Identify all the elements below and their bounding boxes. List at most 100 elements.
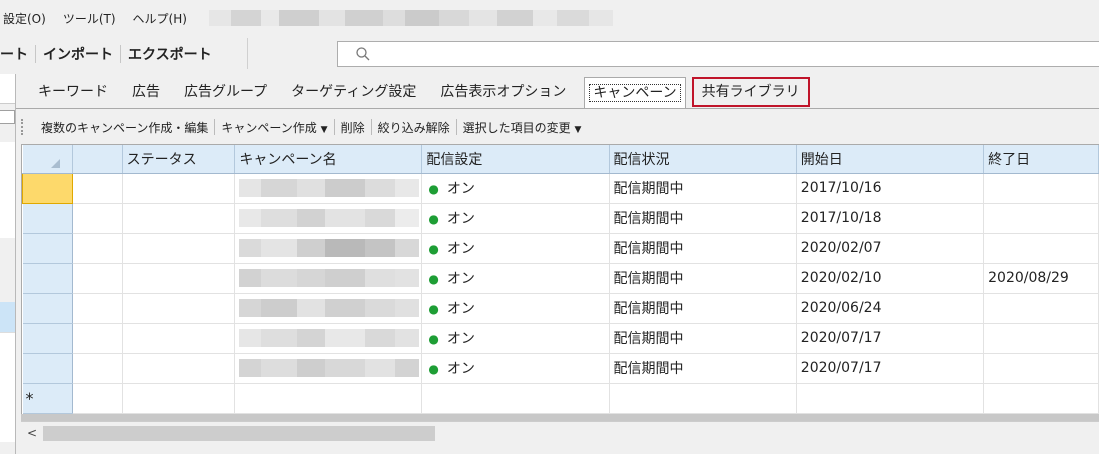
cell-blank[interactable] [72,263,123,294]
new-row-cell[interactable] [609,383,797,414]
menu-help[interactable]: ヘルプ(H) [133,10,187,27]
cell-delivery-setting[interactable]: ● オン [421,203,610,234]
cell-campaign-name[interactable] [234,293,423,324]
table-row[interactable]: ● オン 配信期間中 2020/07/17 [22,323,1099,354]
row-header[interactable] [22,172,73,204]
cell-blank[interactable] [72,173,123,204]
cell-end-date[interactable] [983,203,1099,234]
horizontal-scrollbar[interactable]: < [21,421,1099,443]
column-header-campaign-name[interactable]: キャンペーン名 [234,145,423,174]
row-header[interactable] [22,203,73,234]
cell-status[interactable] [122,323,236,354]
column-header-delivery-setting[interactable]: 配信設定 [421,145,610,174]
cell-delivery-status[interactable]: 配信期間中 [609,263,797,294]
new-row-header[interactable]: * [22,383,73,414]
cell-blank[interactable] [72,203,123,234]
export-partial-button[interactable]: ート [0,44,35,64]
cell-end-date[interactable] [983,173,1099,204]
cell-campaign-name[interactable] [234,173,423,204]
new-row-cell[interactable] [72,383,123,414]
cell-status[interactable] [122,293,236,324]
scroll-left-arrow[interactable]: < [27,426,37,440]
new-row-cell[interactable] [122,383,236,414]
table-row[interactable]: ● オン 配信期間中 2020/02/07 [22,233,1099,264]
tab-targeting[interactable]: ターゲティング設定 [279,77,428,107]
tab-keywords[interactable]: キーワード [26,77,120,107]
column-header-delivery-status[interactable]: 配信状況 [609,145,797,174]
change-selected-button[interactable]: 選択した項目の変更 ▼ [457,119,588,136]
cell-start-date[interactable]: 2020/07/17 [796,353,985,384]
column-header-start-date[interactable]: 開始日 [796,145,985,174]
scrollbar-thumb[interactable] [43,426,435,441]
cell-start-date[interactable]: 2020/02/10 [796,263,985,294]
cell-delivery-setting[interactable]: ● オン [421,293,610,324]
create-campaign-button[interactable]: キャンペーン作成 ▼ [215,119,333,136]
select-all-corner[interactable] [22,145,73,174]
bulk-create-edit-button[interactable]: 複数のキャンペーン作成・編集 [35,119,214,136]
cell-end-date[interactable]: 2020/08/29 [983,263,1099,294]
cell-blank[interactable] [72,353,123,384]
new-row[interactable]: * [22,383,1099,414]
cell-start-date[interactable]: 2020/06/24 [796,293,985,324]
tab-ad-groups[interactable]: 広告グループ [172,77,279,107]
table-row[interactable]: ● オン 配信期間中 2020/07/17 [22,353,1099,384]
cell-delivery-status[interactable]: 配信期間中 [609,173,797,204]
cell-campaign-name[interactable] [234,233,423,264]
cell-delivery-setting[interactable]: ● オン [421,263,610,294]
table-row[interactable]: ● オン 配信期間中 2017/10/18 [22,203,1099,234]
cell-status[interactable] [122,263,236,294]
search-input[interactable] [337,41,1099,67]
cell-status[interactable] [122,233,236,264]
cell-end-date[interactable] [983,293,1099,324]
left-tree-panel[interactable] [0,74,16,454]
cell-end-date[interactable] [983,323,1099,354]
cell-delivery-status[interactable]: 配信期間中 [609,353,797,384]
tab-campaigns[interactable]: キャンペーン [584,77,686,109]
menu-tools[interactable]: ツール(T) [63,10,116,27]
menu-settings[interactable]: 設定(O) [3,10,46,27]
delete-button[interactable]: 削除 [335,119,371,136]
cell-start-date[interactable]: 2020/07/17 [796,323,985,354]
table-row[interactable]: ● オン 配信期間中 2017/10/16 [22,172,1099,204]
column-header-status[interactable]: ステータス [122,145,236,174]
cell-delivery-status[interactable]: 配信期間中 [609,233,797,264]
cell-end-date[interactable] [983,353,1099,384]
left-panel-box[interactable] [0,110,15,124]
row-header[interactable] [22,263,73,294]
import-button[interactable]: インポート [36,44,120,64]
cell-delivery-setting[interactable]: ● オン [421,323,610,354]
cell-start-date[interactable]: 2020/02/07 [796,233,985,264]
row-header[interactable] [22,293,73,324]
left-panel-list[interactable] [0,142,15,238]
cell-blank[interactable] [72,293,123,324]
column-header-end-date[interactable]: 終了日 [983,145,1099,174]
cell-end-date[interactable] [983,233,1099,264]
cell-campaign-name[interactable] [234,323,423,354]
cell-status[interactable] [122,353,236,384]
row-header[interactable] [22,323,73,354]
column-header-blank[interactable] [72,145,123,174]
cell-delivery-status[interactable]: 配信期間中 [609,293,797,324]
new-row-cell[interactable] [421,383,610,414]
new-row-cell[interactable] [234,383,423,414]
cell-delivery-status[interactable]: 配信期間中 [609,203,797,234]
cell-status[interactable] [122,173,236,204]
cell-start-date[interactable]: 2017/10/18 [796,203,985,234]
cell-delivery-setting[interactable]: ● オン [421,353,610,384]
cell-start-date[interactable]: 2017/10/16 [796,173,985,204]
new-row-cell[interactable] [983,383,1099,414]
cell-delivery-setting[interactable]: ● オン [421,233,610,264]
left-panel-selected-item[interactable] [0,302,15,332]
cell-blank[interactable] [72,323,123,354]
cell-campaign-name[interactable] [234,203,423,234]
table-row[interactable]: ● オン 配信期間中 2020/06/24 [22,293,1099,324]
export-button[interactable]: エクスポート [121,44,219,64]
tab-ads[interactable]: 広告 [120,77,172,107]
cell-status[interactable] [122,203,236,234]
cell-campaign-name[interactable] [234,353,423,384]
clear-filter-button[interactable]: 絞り込み解除 [372,119,456,136]
cell-delivery-setting[interactable]: ● オン [421,173,610,204]
row-header[interactable] [22,233,73,264]
tab-ad-extensions[interactable]: 広告表示オプション [428,77,578,107]
cell-campaign-name[interactable] [234,263,423,294]
